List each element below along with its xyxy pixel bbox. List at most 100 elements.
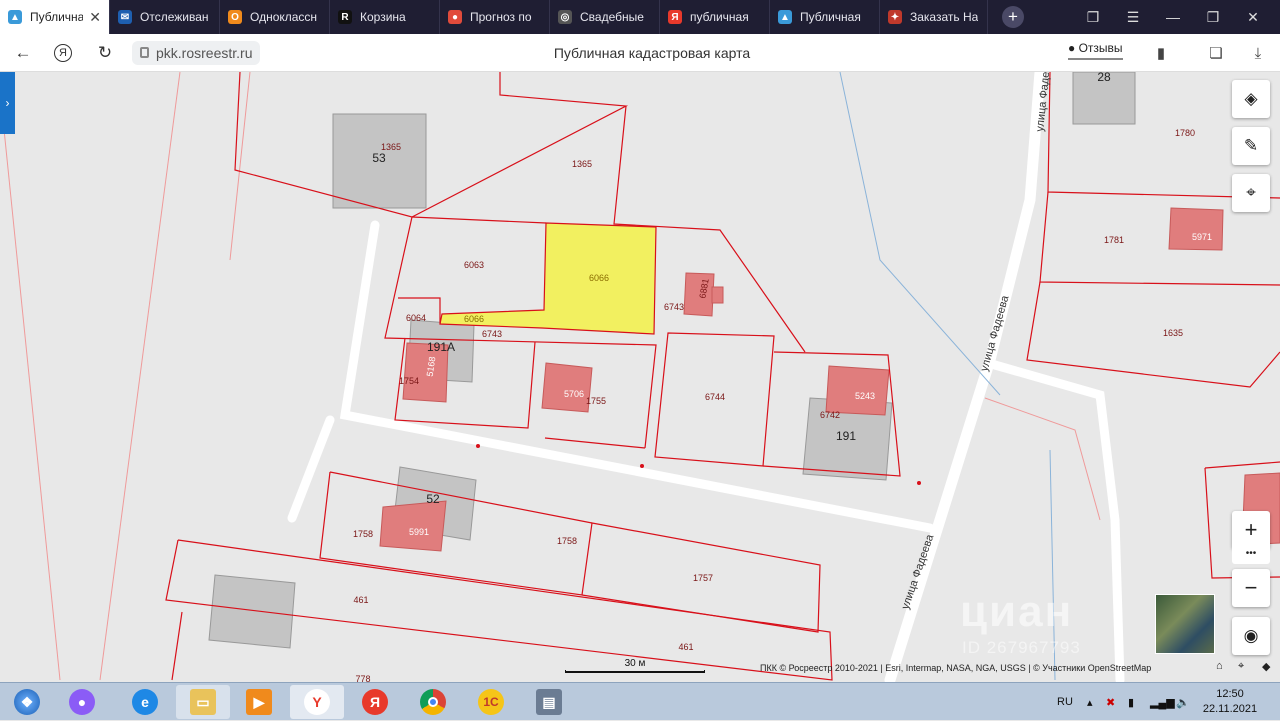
parcel-boundary [0, 89, 61, 681]
alice-app[interactable]: ● [55, 685, 109, 719]
battery-icon[interactable]: ▮ [1128, 683, 1134, 721]
parcel-label: 1757 [693, 573, 713, 583]
tab-label: Публичная [800, 10, 861, 24]
browser-tab[interactable]: ◎ Свадебные [550, 0, 660, 34]
minimize-icon[interactable]: — [1153, 0, 1193, 34]
locate-small-icon[interactable]: ⌖ [1238, 660, 1244, 673]
maximize-icon[interactable]: ❐ [1193, 0, 1233, 34]
browser-tab[interactable]: ✉ Отслеживан [110, 0, 220, 34]
1c-icon: 1С [478, 689, 504, 715]
parcel-label: 52 [426, 492, 440, 506]
structure [208, 574, 296, 649]
scale-line [565, 670, 705, 673]
pin-icon[interactable]: ◆ [1262, 660, 1270, 673]
tab-favicon-icon: ✉ [118, 10, 132, 24]
map-canvas[interactable]: 136553 1365606360666066606467436743688119… [0, 72, 1280, 682]
parcel-label: 5243 [855, 391, 875, 401]
new-tab-button[interactable]: + [1002, 6, 1024, 28]
tab-label: Отслеживан [140, 10, 209, 24]
yandex-browser-icon: Y [304, 689, 330, 715]
tray-expand-icon[interactable]: ▴ [1087, 683, 1093, 721]
reviews-button[interactable]: ● Отзывы [1068, 41, 1123, 60]
comment-icon: ● [1068, 41, 1076, 55]
home-icon[interactable]: ⌂ [1216, 660, 1223, 672]
parcel-label: 1754 [399, 376, 419, 386]
browser-tab[interactable]: ▲ Публичная ✕ [0, 0, 110, 34]
yandex-app[interactable]: Я [348, 685, 402, 719]
scale-bar: 30 м [565, 658, 705, 673]
tabs-menu-icon[interactable]: ❐ [1073, 0, 1113, 34]
chrome-icon [420, 689, 446, 715]
parcel-boundary [411, 216, 547, 224]
menu-icon[interactable]: ☰ [1113, 0, 1153, 34]
tab-favicon-icon: О [228, 10, 242, 24]
signal-icon[interactable]: ▂▄▆ [1150, 683, 1175, 721]
parcel-boundary [984, 397, 1101, 521]
building [379, 500, 447, 552]
parcel-label: 5991 [409, 527, 429, 537]
language-indicator[interactable]: RU [1057, 683, 1073, 721]
zoom-out-button[interactable]: − [1232, 569, 1270, 607]
media-app[interactable]: ▶ [232, 685, 286, 719]
cadastral-map[interactable]: 1365 53 1365 6063 6066 6066 6064 6743 6743 6881 19… [0, 72, 1280, 682]
start-button[interactable]: ❖ [0, 685, 54, 719]
parcel-label: 1781 [1104, 235, 1124, 245]
address-bar: ← Я ↻ pkk.rosreestr.ru Публичная кадастр… [0, 34, 1280, 72]
plus-icon: + [1244, 517, 1258, 542]
explorer-app[interactable]: ▭ [176, 685, 230, 719]
internet-explorer-icon: e [132, 689, 158, 715]
browser-tab[interactable]: ✦ Заказать На [880, 0, 988, 34]
tab-close-icon[interactable]: ✕ [89, 9, 101, 26]
documents-app[interactable]: ▤ [522, 685, 576, 719]
parcel-label: 6064 [406, 313, 426, 323]
parcel-boundary [544, 437, 646, 449]
parcel-label: 6066 [464, 314, 484, 324]
collections-icon[interactable]: ❏ [1205, 42, 1227, 64]
alice-icon: ● [69, 689, 95, 715]
close-window-icon[interactable]: ✕ [1233, 0, 1273, 34]
parcel-label: 6742 [820, 410, 840, 420]
browser-tab[interactable]: ▲ Публичная [770, 0, 880, 34]
download-icon[interactable]: ⤓ [1247, 42, 1269, 64]
layers-button[interactable]: ◈ [1232, 80, 1270, 118]
compass-button[interactable]: ◉ [1232, 617, 1270, 655]
expand-panel-button[interactable]: › [0, 72, 15, 134]
ie-app[interactable]: e [118, 685, 172, 719]
tab-favicon-icon: ▲ [778, 10, 792, 24]
building [541, 362, 593, 413]
parcel-label: 5971 [1192, 232, 1212, 242]
tab-favicon-icon: ◎ [558, 10, 572, 24]
tab-label: публичная [690, 10, 749, 24]
parcel-label: 1365 [572, 159, 592, 169]
map-attribution: ПКК © Росреестр 2010-2021 | Esri, Interm… [760, 663, 1152, 673]
basemap-thumbnail[interactable] [1155, 594, 1215, 654]
parcel-label: 191А [427, 340, 455, 354]
ruler-icon: ✎ [1243, 136, 1259, 155]
measure-button[interactable]: ✎ [1232, 127, 1270, 165]
folder-icon: ▭ [190, 689, 216, 715]
parcel-label: 1758 [557, 536, 577, 546]
1c-app[interactable]: 1С [464, 685, 518, 719]
browser-tab[interactable]: R Корзина [330, 0, 440, 34]
clock[interactable]: 12:50 22.11.2021 [1200, 687, 1260, 717]
clock-time: 12:50 [1216, 688, 1244, 700]
tab-label: Прогноз по [470, 10, 532, 24]
more-zoom-button[interactable]: ••• [1232, 542, 1270, 564]
parcel-label: 461 [678, 642, 693, 652]
locate-button[interactable]: ⌖ [1232, 174, 1270, 212]
volume-icon[interactable]: 🔈 [1176, 683, 1190, 721]
browser-tab[interactable]: ● Прогноз по [440, 0, 550, 34]
tab-favicon-icon: ▲ [8, 10, 22, 24]
media-player-icon: ▶ [246, 689, 272, 715]
yandex-browser-app[interactable]: Y [290, 685, 344, 719]
crosshair-icon: ⌖ [1246, 183, 1256, 202]
tab-favicon-icon: R [338, 10, 352, 24]
chevron-right-icon: › [5, 96, 10, 110]
browser-tab[interactable]: Япубличная [660, 0, 770, 34]
bookmark-icon[interactable]: ▮ [1150, 42, 1172, 64]
network-alert-icon[interactable]: ✖ [1106, 683, 1115, 721]
chrome-app[interactable] [406, 685, 460, 719]
browser-tab[interactable]: О Одноклассн [220, 0, 330, 34]
parcel-boundary [1204, 461, 1280, 469]
parcel-label: 6066 [589, 273, 609, 283]
